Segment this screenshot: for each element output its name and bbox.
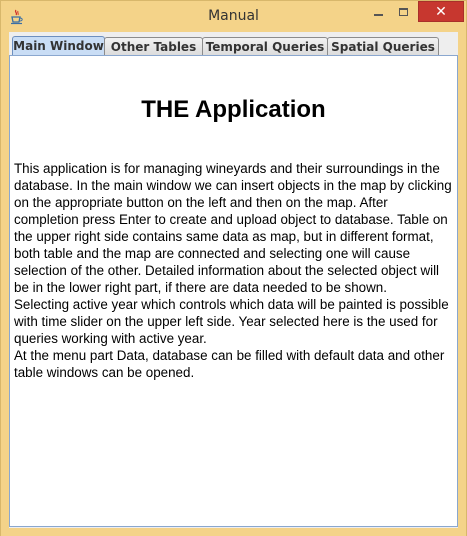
minimize-button[interactable] [367, 2, 389, 22]
close-button[interactable]: ✕ [418, 1, 464, 22]
document-body: This application is for managing wineyar… [14, 160, 452, 381]
tab-bar: Main Window Other Tables Temporal Querie… [12, 36, 439, 55]
paragraph-intro: This application is for managing wineyar… [14, 161, 452, 295]
maximize-button[interactable] [390, 2, 416, 22]
tab-main-window[interactable]: Main Window [12, 36, 105, 55]
tab-other-tables[interactable]: Other Tables [104, 37, 203, 55]
client-area: Main Window Other Tables Temporal Querie… [9, 32, 458, 528]
tab-spatial-queries[interactable]: Spatial Queries [327, 37, 439, 55]
close-icon: ✕ [435, 3, 447, 20]
document-heading: THE Application [141, 96, 326, 123]
manual-content-panel[interactable]: THE Application This application is for … [9, 55, 458, 527]
minimize-icon [373, 14, 383, 16]
window-bottom-border [1, 528, 466, 536]
maximize-icon [398, 8, 408, 16]
title-bar[interactable]: Manual ✕ [1, 1, 466, 32]
paragraph-active-year: Selecting active year which controls whi… [14, 297, 449, 346]
paragraph-menu-data: At the menu part Data, database can be f… [14, 348, 445, 380]
tab-temporal-queries[interactable]: Temporal Queries [202, 37, 328, 55]
manual-window: Manual ✕ Main Window Other Tables Tempor… [0, 0, 467, 536]
